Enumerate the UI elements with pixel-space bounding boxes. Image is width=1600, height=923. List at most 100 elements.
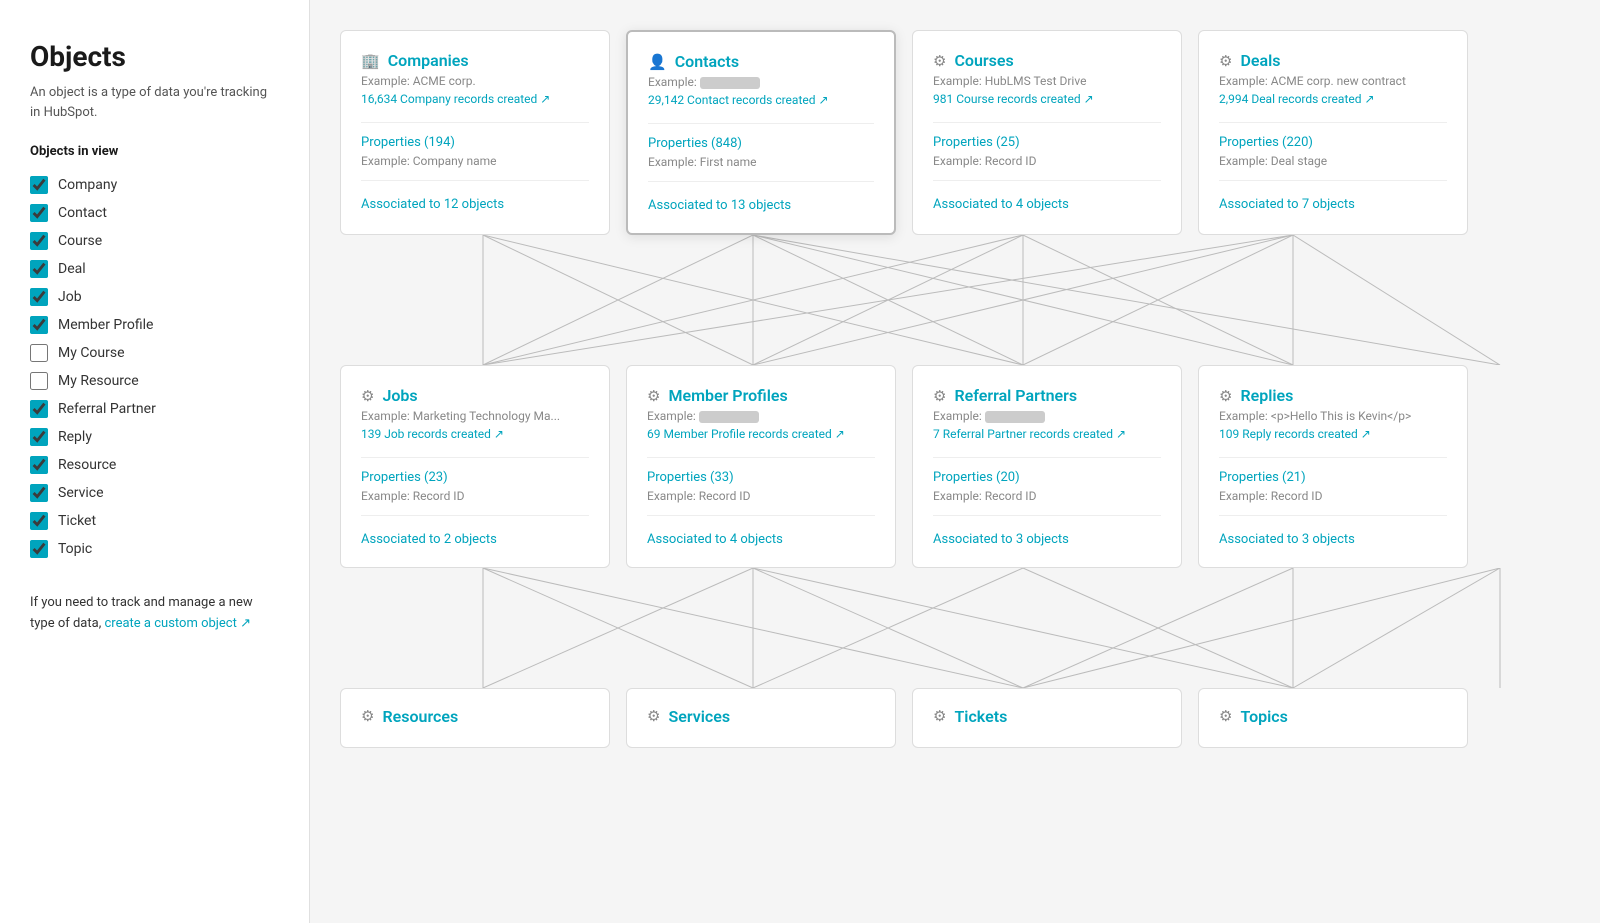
card-header: ⚙Replies [1219, 386, 1447, 405]
card-example: Example: <p>Hello This is Kevin</p> [1219, 409, 1447, 423]
card-title-link[interactable]: Services [668, 707, 730, 726]
checkbox-member-profile[interactable] [30, 316, 48, 334]
card-type-icon: 👤 [648, 53, 667, 71]
checkbox-label: Course [58, 233, 102, 249]
card-associations-link[interactable]: Associated to 4 objects [647, 532, 783, 547]
checkbox-label: Contact [58, 205, 107, 221]
card-properties-link[interactable]: Properties (20) [933, 470, 1161, 485]
card-records: 69 Member Profile records created ↗ [647, 427, 875, 441]
card-properties-link[interactable]: Properties (25) [933, 135, 1161, 150]
card-prop-example: Example: Deal stage [1219, 154, 1447, 168]
checkbox-item-contact[interactable]: Contact [30, 199, 279, 227]
card-records-link[interactable]: 981 Course records created ↗ [933, 92, 1094, 106]
card-title-link[interactable]: Courses [954, 51, 1013, 70]
card-header: ⚙Member Profiles [647, 386, 875, 405]
card-associations-link[interactable]: Associated to 2 objects [361, 532, 497, 547]
card-title-link[interactable]: Jobs [382, 386, 417, 405]
card-records-link[interactable]: 69 Member Profile records created ↗ [647, 427, 845, 441]
cards-row-2: ⚙JobsExample: Marketing Technology Ma...… [340, 365, 1570, 568]
card-records-link[interactable]: 7 Referral Partner records created ↗ [933, 427, 1126, 441]
card-divider [361, 122, 589, 123]
card-divider-2 [361, 515, 589, 516]
checkbox-job[interactable] [30, 288, 48, 306]
card-properties-link[interactable]: Properties (194) [361, 135, 589, 150]
checkbox-label: My Course [58, 345, 125, 361]
card-properties-link[interactable]: Properties (21) [1219, 470, 1447, 485]
card-title-link[interactable]: Resources [382, 707, 458, 726]
checkbox-my-resource[interactable] [30, 372, 48, 390]
card-title-link[interactable]: Topics [1240, 707, 1287, 726]
checkbox-resource[interactable] [30, 456, 48, 474]
card-associations-link[interactable]: Associated to 13 objects [648, 198, 791, 213]
sidebar: Objects An object is a type of data you'… [0, 0, 310, 923]
card-divider [648, 123, 874, 124]
checkbox-my-course[interactable] [30, 344, 48, 362]
card-records-link[interactable]: 2,994 Deal records created ↗ [1219, 92, 1375, 106]
checkbox-label: Resource [58, 457, 116, 473]
card-title-link[interactable]: Member Profiles [668, 386, 787, 405]
connection-lines-2 [340, 568, 1580, 688]
card-records-link[interactable]: 139 Job records created ↗ [361, 427, 504, 441]
card-title-link[interactable]: Contacts [675, 52, 739, 71]
connections-row2-row3 [340, 568, 1570, 688]
card-divider [933, 122, 1161, 123]
card-properties-link[interactable]: Properties (33) [647, 470, 875, 485]
checkbox-topic[interactable] [30, 540, 48, 558]
card-divider [361, 457, 589, 458]
checkbox-item-company[interactable]: Company [30, 171, 279, 199]
card-associations-link[interactable]: Associated to 3 objects [933, 532, 1069, 547]
card-title-link[interactable]: Tickets [954, 707, 1007, 726]
checkbox-reply[interactable] [30, 428, 48, 446]
object-card-courses: ⚙CoursesExample: HubLMS Test Drive981 Co… [912, 30, 1182, 235]
create-custom-object-link[interactable]: create a custom object ↗ [105, 616, 251, 631]
page-description: An object is a type of data you're track… [30, 83, 279, 122]
card-title-link[interactable]: Replies [1240, 386, 1293, 405]
checkbox-item-ticket[interactable]: Ticket [30, 507, 279, 535]
cards-area: 🏢CompaniesExample: ACME corp.16,634 Comp… [340, 30, 1570, 748]
checkbox-item-reply[interactable]: Reply [30, 423, 279, 451]
checkbox-course[interactable] [30, 232, 48, 250]
card-associations-link[interactable]: Associated to 4 objects [933, 197, 1069, 212]
card-records: 16,634 Company records created ↗ [361, 92, 589, 106]
card-divider-2 [1219, 180, 1447, 181]
checkbox-item-topic[interactable]: Topic [30, 535, 279, 563]
card-properties-link[interactable]: Properties (220) [1219, 135, 1447, 150]
card-records-link[interactable]: 16,634 Company records created ↗ [361, 92, 550, 106]
card-associations-link[interactable]: Associated to 12 objects [361, 197, 504, 212]
checkbox-item-job[interactable]: Job [30, 283, 279, 311]
checkbox-item-service[interactable]: Service [30, 479, 279, 507]
card-associations-link[interactable]: Associated to 7 objects [1219, 197, 1355, 212]
card-divider-2 [361, 180, 589, 181]
checkbox-item-my-resource[interactable]: My Resource [30, 367, 279, 395]
checkbox-item-referral-partner[interactable]: Referral Partner [30, 395, 279, 423]
checkbox-company[interactable] [30, 176, 48, 194]
checkbox-deal[interactable] [30, 260, 48, 278]
card-records-link[interactable]: 29,142 Contact records created ↗ [648, 93, 829, 107]
card-type-icon: ⚙ [361, 707, 374, 725]
checkbox-service[interactable] [30, 484, 48, 502]
card-example: Example: ACME corp. [361, 74, 589, 88]
card-type-icon: ⚙ [361, 387, 374, 405]
checkbox-label: Reply [58, 429, 92, 445]
page-title: Objects [30, 40, 279, 73]
card-records-link[interactable]: 109 Reply records created ↗ [1219, 427, 1371, 441]
sidebar-footer: If you need to track and manage a new ty… [30, 593, 279, 635]
checkbox-referral-partner[interactable] [30, 400, 48, 418]
card-title-link[interactable]: Referral Partners [954, 386, 1077, 405]
card-associations-link[interactable]: Associated to 3 objects [1219, 532, 1355, 547]
checkbox-item-member-profile[interactable]: Member Profile [30, 311, 279, 339]
checkbox-item-my-course[interactable]: My Course [30, 339, 279, 367]
card-properties-link[interactable]: Properties (23) [361, 470, 589, 485]
card-properties-link[interactable]: Properties (848) [648, 136, 874, 151]
card-title-link[interactable]: Deals [1240, 51, 1280, 70]
checkbox-item-resource[interactable]: Resource [30, 451, 279, 479]
card-prop-example: Example: Record ID [361, 489, 589, 503]
section-title: Objects in view [30, 144, 279, 159]
checkbox-item-course[interactable]: Course [30, 227, 279, 255]
object-card-member-profiles: ⚙Member ProfilesExample: xxxxxxxxx69 Mem… [626, 365, 896, 568]
checkbox-ticket[interactable] [30, 512, 48, 530]
card-title-link[interactable]: Companies [388, 51, 469, 70]
checkbox-item-deal[interactable]: Deal [30, 255, 279, 283]
card-type-icon: ⚙ [933, 707, 946, 725]
checkbox-contact[interactable] [30, 204, 48, 222]
